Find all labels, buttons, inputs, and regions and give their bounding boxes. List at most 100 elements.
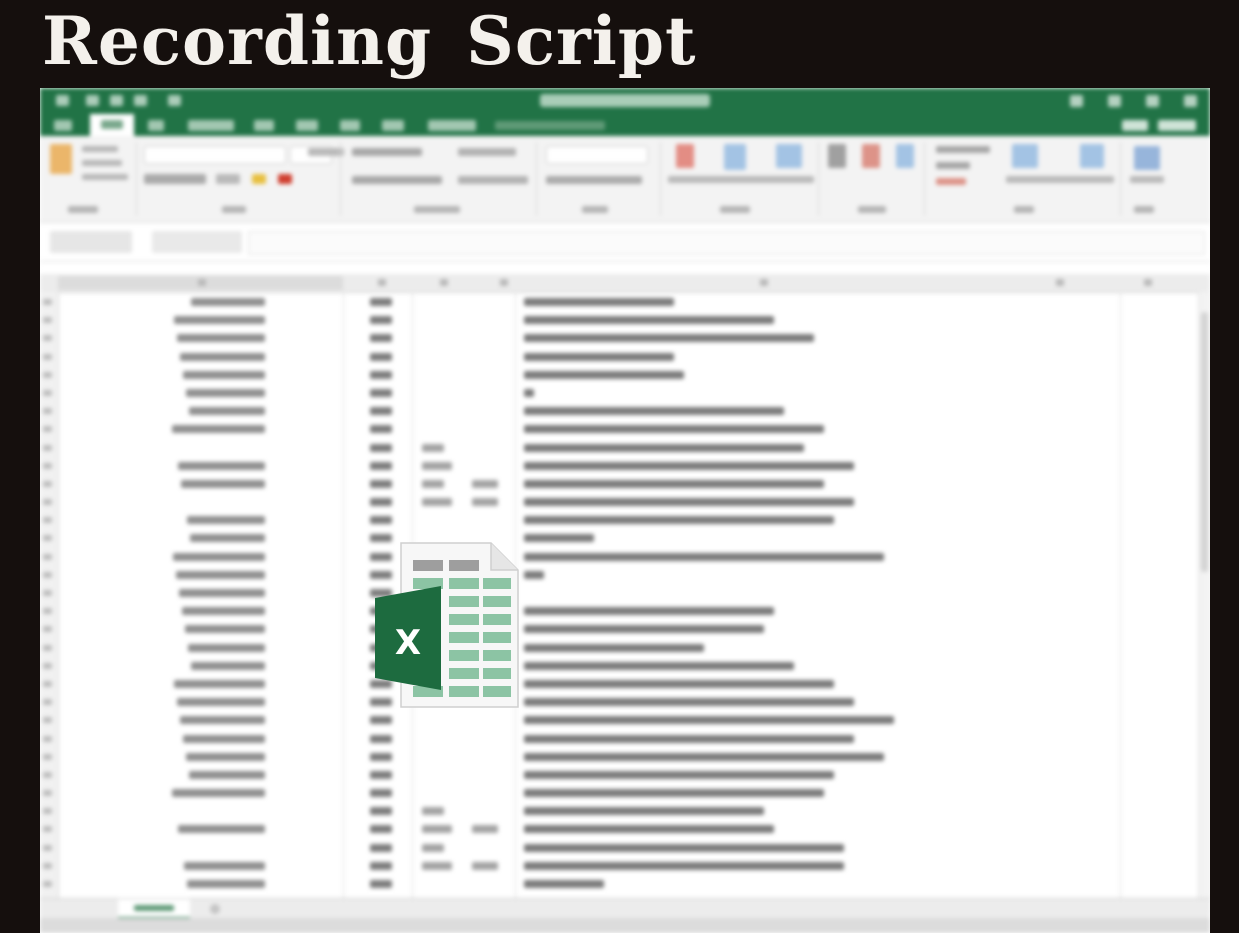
tab-view[interactable] — [382, 120, 404, 131]
name-box[interactable] — [50, 231, 132, 253]
table-row[interactable] — [40, 493, 1205, 511]
tab-insert[interactable] — [148, 120, 164, 131]
title-bar — [40, 88, 1210, 114]
table-row[interactable] — [40, 511, 1205, 529]
table-row[interactable] — [40, 475, 1205, 493]
table-row[interactable] — [40, 839, 1205, 857]
formula-input[interactable] — [248, 231, 1205, 255]
add-sheet-icon[interactable] — [210, 904, 220, 914]
formula-controls[interactable] — [152, 231, 242, 253]
sheet-tab[interactable] — [118, 899, 190, 919]
table-row[interactable] — [40, 402, 1205, 420]
vertical-scrollbar[interactable] — [1198, 292, 1210, 912]
table-row[interactable] — [40, 293, 1205, 311]
table-row[interactable] — [40, 584, 1205, 602]
table-row[interactable] — [40, 784, 1205, 802]
paste-icon[interactable] — [50, 144, 72, 174]
tell-me-search[interactable] — [495, 121, 605, 130]
font-size-buttons[interactable] — [308, 148, 344, 156]
sign-in-link[interactable] — [1122, 120, 1148, 131]
font-color-icon[interactable] — [278, 174, 292, 184]
table-row[interactable] — [40, 439, 1205, 457]
tab-review[interactable] — [340, 120, 360, 131]
slide-title: Recording Script — [42, 2, 697, 80]
conditional-formatting-icon[interactable] — [676, 144, 694, 168]
insert-cells-icon[interactable] — [828, 144, 846, 168]
save-icon[interactable] — [86, 95, 99, 106]
table-row[interactable] — [40, 875, 1205, 893]
table-row[interactable] — [40, 457, 1205, 475]
add-in-icon[interactable] — [1134, 146, 1160, 170]
format-cells-icon[interactable] — [896, 144, 914, 168]
cell-styles-icon[interactable] — [776, 144, 802, 168]
table-row[interactable] — [40, 820, 1205, 838]
tab-page-layout[interactable] — [188, 120, 234, 131]
delete-cells-icon[interactable] — [862, 144, 880, 168]
bold-italic-underline[interactable] — [144, 174, 206, 184]
find-select-icon[interactable] — [1080, 144, 1104, 168]
table-row[interactable] — [40, 802, 1205, 820]
table-row[interactable] — [40, 311, 1205, 329]
tab-data[interactable] — [296, 120, 318, 131]
table-row[interactable] — [40, 711, 1205, 729]
table-row[interactable] — [40, 348, 1205, 366]
excel-file-icon: X — [375, 542, 519, 708]
table-row[interactable] — [40, 548, 1205, 566]
table-row[interactable] — [40, 329, 1205, 347]
align-top-buttons[interactable] — [352, 148, 422, 156]
table-row[interactable] — [40, 566, 1205, 584]
table-row[interactable] — [40, 366, 1205, 384]
close-icon[interactable] — [1184, 95, 1197, 107]
tab-acrobat[interactable] — [428, 120, 476, 131]
align-left-buttons[interactable] — [352, 176, 442, 184]
ribbon-options-icon[interactable] — [1070, 95, 1083, 107]
table-row[interactable] — [40, 657, 1205, 675]
excel-window-screenshot: X — [40, 88, 1210, 933]
fill-color-icon[interactable] — [252, 174, 266, 184]
format-as-table-icon[interactable] — [724, 144, 746, 170]
cell-grid[interactable] — [40, 293, 1205, 893]
table-row[interactable] — [40, 693, 1205, 711]
excel-x-glyph: X — [395, 623, 421, 663]
tab-home[interactable] — [90, 114, 134, 136]
maximize-icon[interactable] — [1146, 95, 1159, 107]
table-row[interactable] — [40, 529, 1205, 547]
tab-file[interactable] — [54, 120, 72, 131]
document-title — [540, 94, 710, 107]
font-name-select[interactable] — [144, 146, 286, 164]
table-row[interactable] — [40, 675, 1205, 693]
table-row[interactable] — [40, 384, 1205, 402]
share-button[interactable] — [1158, 120, 1196, 131]
table-row[interactable] — [40, 420, 1205, 438]
autosum-button[interactable] — [936, 146, 990, 153]
table-row[interactable] — [40, 730, 1205, 748]
undo-icon[interactable] — [110, 95, 123, 106]
blurred-spreadsheet — [40, 88, 1210, 933]
status-bar — [40, 918, 1210, 933]
format-painter-button[interactable] — [82, 174, 128, 180]
number-format-select[interactable] — [546, 146, 648, 164]
wrap-text-button[interactable] — [458, 148, 516, 156]
fill-button[interactable] — [936, 162, 970, 169]
table-row[interactable] — [40, 766, 1205, 784]
table-row[interactable] — [40, 602, 1205, 620]
excel-logo-icon — [56, 95, 69, 106]
table-row[interactable] — [40, 748, 1205, 766]
clear-button[interactable] — [936, 178, 966, 185]
table-row[interactable] — [40, 857, 1205, 875]
table-row[interactable] — [40, 639, 1205, 657]
redo-icon[interactable] — [134, 95, 147, 106]
copy-button[interactable] — [82, 160, 122, 166]
borders-icon[interactable] — [216, 174, 240, 184]
number-format-buttons[interactable] — [546, 176, 642, 184]
ribbon — [40, 136, 1210, 223]
ribbon-tabs — [40, 114, 1210, 136]
customize-toolbar-icon[interactable] — [168, 95, 181, 106]
sheet-tab-bar — [40, 898, 1210, 919]
sort-filter-icon[interactable] — [1012, 144, 1038, 168]
tab-formulas[interactable] — [254, 120, 274, 131]
minimize-icon[interactable] — [1108, 95, 1121, 107]
cut-button[interactable] — [82, 146, 118, 152]
merge-center-button[interactable] — [458, 176, 528, 184]
table-row[interactable] — [40, 620, 1205, 638]
